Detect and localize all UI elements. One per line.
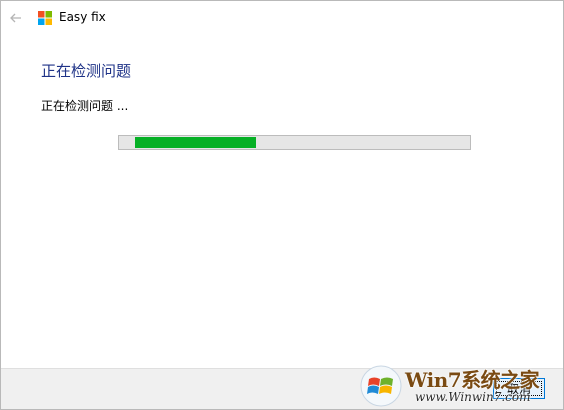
watermark: Win7系统之家 www.Winwin7.com xyxy=(359,358,559,408)
windows7-logo-icon xyxy=(360,365,402,407)
page-heading: 正在检测问题 xyxy=(41,62,132,80)
progress-bar-fill xyxy=(135,137,256,148)
watermark-url: www.Winwin7.com xyxy=(415,390,531,404)
watermark-title: Win7系统之家 xyxy=(405,368,540,392)
arrow-left-icon xyxy=(10,13,21,23)
app-title: Easy fix xyxy=(59,10,106,24)
progress-bar xyxy=(118,135,471,150)
back-button[interactable] xyxy=(7,9,25,27)
troubleshooter-window: Easy fix 正在检测问题 正在检测问题 ... 取消 Win7系统之家 w… xyxy=(0,0,564,410)
status-text: 正在检测问题 ... xyxy=(41,99,129,113)
windows-logo-icon xyxy=(38,11,52,25)
title-bar: Easy fix xyxy=(1,1,563,35)
